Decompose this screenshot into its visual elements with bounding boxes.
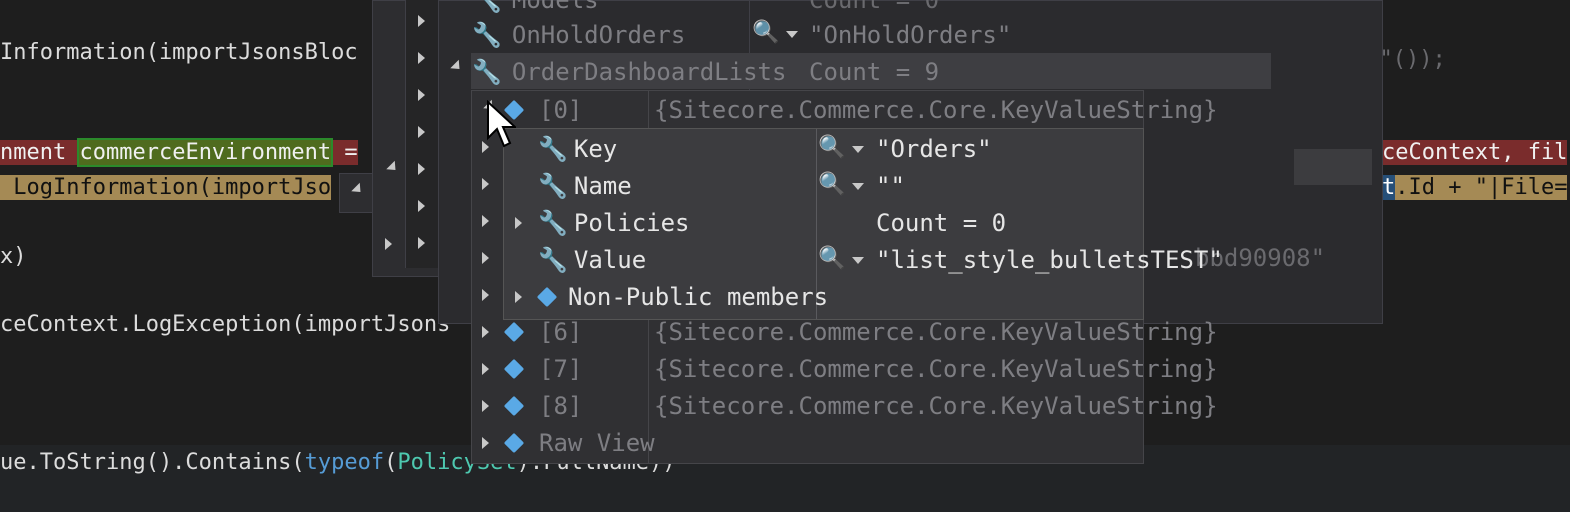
datatip-row[interactable]: 🔧 Key	[538, 131, 617, 167]
magnifier-icon[interactable]: 🔍	[818, 246, 845, 271]
expand-arrow-icon[interactable]	[385, 238, 392, 250]
object-cube-icon	[536, 286, 558, 308]
expand-arrow-icon[interactable]	[418, 200, 425, 212]
datatip-value: "Orders"	[876, 135, 992, 163]
expand-arrow-icon[interactable]	[482, 289, 489, 301]
datatip-value: "list_style_bulletsTEST"	[876, 246, 1223, 274]
object-cube-icon	[503, 432, 525, 454]
datatip-row[interactable]: Non-Public members	[536, 279, 828, 315]
datatip-stub[interactable]	[339, 173, 375, 213]
property-wrench-icon: 🔧	[538, 172, 568, 200]
datatip-value: ""	[876, 172, 905, 200]
datatip-value: {Sitecore.Commerce.Core.KeyValueString}	[654, 96, 1218, 124]
list-item[interactable]: Raw View	[503, 425, 655, 461]
code-line: Information(importJsonsBloc	[0, 40, 358, 65]
property-wrench-icon: 🔧	[538, 135, 568, 163]
expand-arrow-icon[interactable]	[418, 126, 425, 138]
expand-arrow-icon[interactable]	[418, 237, 425, 249]
expand-arrow-icon[interactable]	[418, 163, 425, 175]
code-line-right: ceContext, fil	[1382, 140, 1568, 165]
code-line-right: t.Id + "|File=	[1382, 175, 1568, 200]
collapse-arrow-icon[interactable]	[386, 160, 400, 175]
code-line: nment commerceEnvironment =	[0, 138, 358, 167]
expand-arrow-icon[interactable]	[418, 89, 425, 101]
magnifier-icon[interactable]: 🔍	[818, 135, 845, 160]
datatip-value: Count = 9	[809, 58, 940, 86]
datatip-value: Count = 0	[876, 209, 1007, 237]
property-wrench-icon: 🔧	[472, 0, 502, 14]
mouse-cursor-icon	[487, 100, 516, 148]
expand-arrow-icon[interactable]	[515, 217, 522, 229]
expand-arrow-icon[interactable]	[482, 363, 489, 375]
dropdown-caret-icon[interactable]	[786, 31, 798, 38]
datatip-value: {Sitecore.Commerce.Core.KeyValueString}	[654, 392, 1218, 420]
expand-arrow-icon[interactable]	[515, 291, 522, 303]
expand-arrow-icon[interactable]	[482, 437, 489, 449]
expand-arrow-icon[interactable]	[482, 252, 489, 264]
property-wrench-icon: 🔧	[538, 209, 568, 237]
datatip-row[interactable]: 🔧 OrderDashboardLists	[472, 54, 786, 90]
property-wrench-icon: 🔧	[472, 58, 502, 86]
property-wrench-icon: 🔧	[472, 21, 502, 49]
object-cube-icon	[503, 395, 525, 417]
list-item[interactable]: [7]	[503, 351, 582, 387]
expand-arrow-icon[interactable]	[418, 52, 425, 64]
expand-arrow-icon[interactable]	[482, 215, 489, 227]
datatip-row[interactable]: 🔧 Models	[472, 0, 599, 18]
magnifier-icon[interactable]: 🔍	[818, 172, 845, 197]
dropdown-caret-icon[interactable]	[852, 146, 864, 153]
datatip-row[interactable]: 🔧 OnHoldOrders	[472, 17, 685, 53]
expand-arrow-icon[interactable]	[482, 178, 489, 190]
object-cube-icon	[503, 321, 525, 343]
dropdown-caret-icon[interactable]	[852, 257, 864, 264]
code-line: x)	[0, 244, 27, 269]
datatip-value: "OnHoldOrders"	[809, 21, 1012, 49]
dropdown-caret-icon[interactable]	[852, 183, 864, 190]
property-wrench-icon: 🔧	[538, 246, 568, 274]
code-line: LogInformation(importJso	[0, 175, 332, 200]
expand-arrow-icon[interactable]	[418, 15, 425, 27]
expand-arrow-icon[interactable]	[482, 400, 489, 412]
datatip-row[interactable]: 🔧 Value	[538, 242, 646, 278]
list-item[interactable]: [0]	[503, 92, 582, 128]
object-cube-icon	[503, 358, 525, 380]
expand-arrow-icon[interactable]	[482, 326, 489, 338]
code-line: ceContext.LogException(importJsons	[0, 312, 451, 337]
datatip-row[interactable]: 🔧 Name	[538, 168, 632, 204]
datatip-row[interactable]: 🔧 Policies	[538, 205, 689, 241]
datatip-value: {Sitecore.Commerce.Core.KeyValueString}	[654, 355, 1218, 383]
collapse-arrow-icon[interactable]	[351, 182, 365, 197]
list-item[interactable]: [8]	[503, 388, 582, 424]
datatip-value: Count = 0	[809, 0, 940, 14]
magnifier-icon[interactable]: 🔍	[752, 20, 779, 45]
datatip-panel-column	[405, 0, 440, 268]
